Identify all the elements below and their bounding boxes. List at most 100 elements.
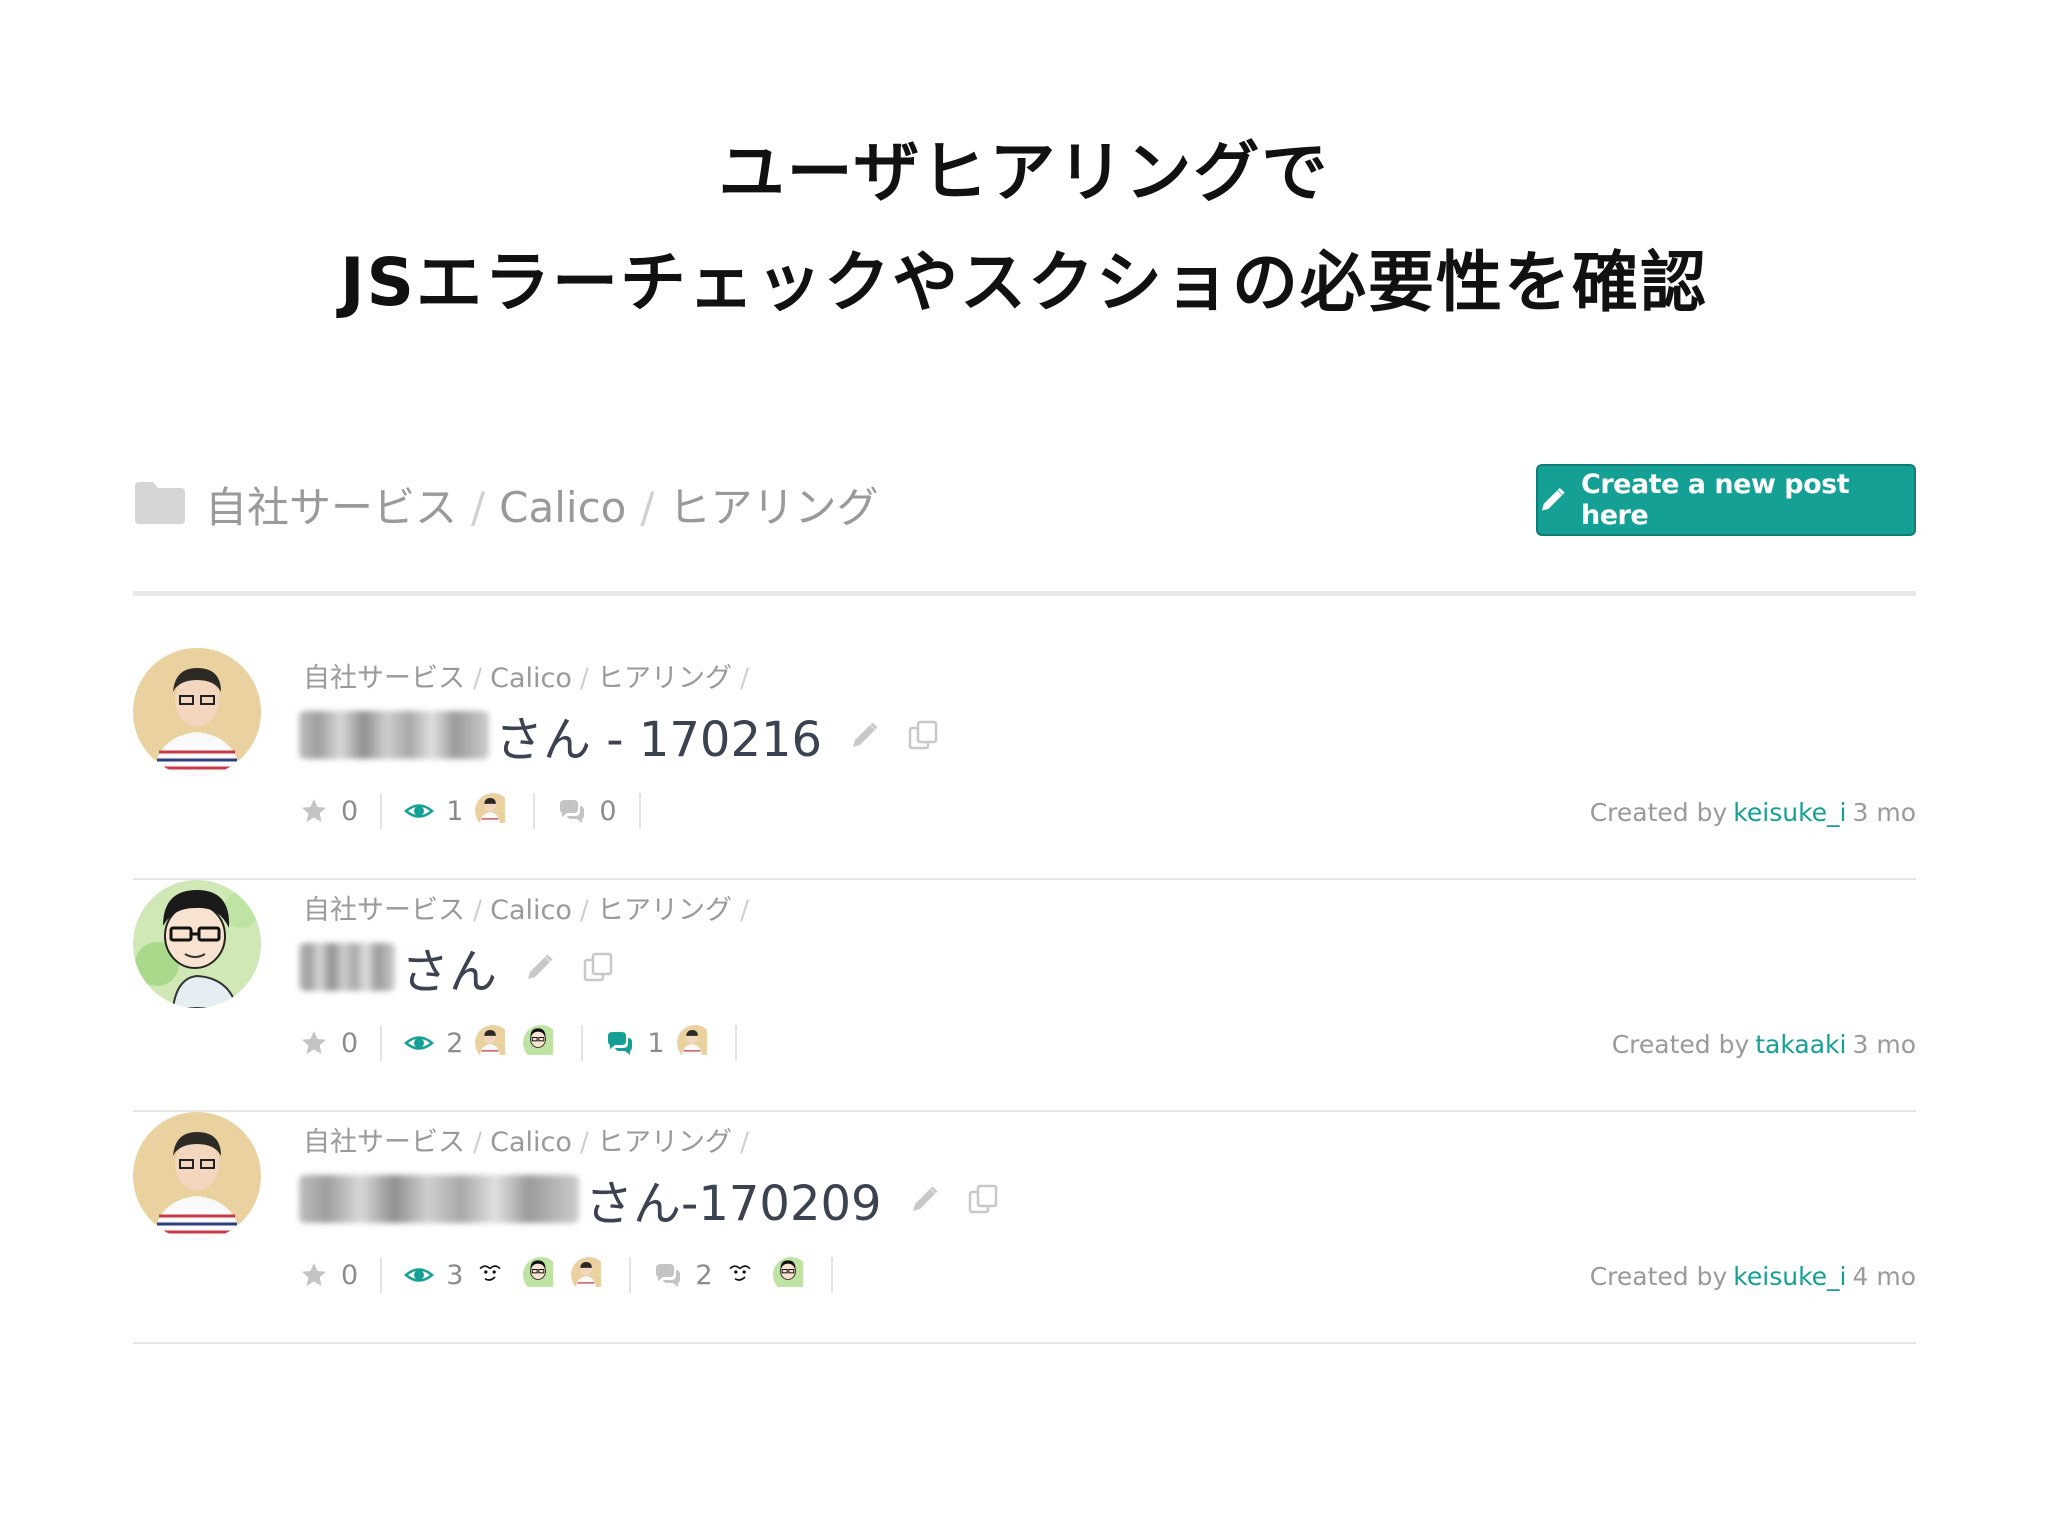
commenter-avatar[interactable] <box>676 1025 713 1061</box>
created-by: Created by takaaki 3 mo <box>1612 1030 1916 1059</box>
created-by-label: Created by <box>1589 1262 1728 1291</box>
post-crumb-item[interactable]: ヒアリング <box>597 663 732 694</box>
comment-group[interactable]: 1 <box>583 1025 737 1061</box>
copy-icon[interactable] <box>581 950 615 984</box>
star-icon <box>302 799 326 822</box>
avatar[interactable] <box>133 648 261 776</box>
comment-count: 2 <box>695 1259 713 1291</box>
avatar[interactable] <box>133 880 261 1008</box>
post-crumb-item[interactable]: 自社サービス <box>303 895 465 926</box>
watcher-avatar[interactable] <box>571 1257 607 1293</box>
post-item[interactable]: 自社サービス / Calico / ヒアリング / さん - 170216 0 1 0 <box>133 648 1916 880</box>
watcher-avatar[interactable] <box>475 793 511 829</box>
post-meta: 0 1 0 <box>299 786 641 836</box>
post-crumb-sep: / <box>739 1127 750 1158</box>
watcher-avatar[interactable] <box>523 1025 559 1061</box>
star-count: 0 <box>341 795 359 827</box>
folder-icon <box>135 482 185 524</box>
star-group[interactable]: 0 <box>299 1257 383 1293</box>
pencil-icon[interactable] <box>523 950 557 984</box>
star-group[interactable]: 0 <box>299 793 383 829</box>
category-header: 自社サービス / Calico / ヒアリング Create a new post he… <box>133 464 1916 544</box>
post-crumb-item[interactable]: 自社サービス <box>303 663 465 694</box>
post-breadcrumb: 自社サービス / Calico / ヒアリング / <box>303 1120 757 1159</box>
redacted-name <box>299 943 395 991</box>
watcher-avatar[interactable] <box>523 1257 559 1293</box>
star-icon <box>302 1031 326 1054</box>
post-crumb-item[interactable]: Calico <box>490 663 572 694</box>
pencil-icon <box>1541 487 1565 511</box>
eye-icon <box>404 804 435 818</box>
post-crumb-sep: / <box>739 663 750 694</box>
header-divider <box>133 591 1916 596</box>
created-by-label: Created by <box>1589 798 1728 827</box>
post-crumb-sep: / <box>579 663 589 694</box>
comment-group[interactable]: 2 <box>631 1257 833 1293</box>
post-age: 3 mo <box>1852 798 1916 827</box>
watcher-avatar[interactable] <box>475 1257 511 1293</box>
pencil-icon[interactable] <box>848 718 882 752</box>
pencil-icon[interactable] <box>908 1182 942 1216</box>
comment-group[interactable]: 0 <box>535 793 641 829</box>
create-post-label: Create a new post here <box>1581 469 1850 531</box>
created-by: Created by keisuke_i 3 mo <box>1590 798 1916 827</box>
post-breadcrumb: 自社サービス / Calico / ヒアリング / <box>303 656 757 695</box>
post-title-text: さん <box>401 944 498 1000</box>
post-crumb-sep: / <box>473 1127 483 1158</box>
watch-count: 1 <box>446 795 464 827</box>
eye-icon <box>404 1268 435 1282</box>
slide: ユーザヒアリングで JSエラーチェックやスクショの必要性を確認 自社サービス / C… <box>0 0 2048 1536</box>
create-post-button[interactable]: Create a new post here <box>1536 464 1916 536</box>
post-crumb-sep: / <box>579 895 589 926</box>
created-by: Created by keisuke_i 4 mo <box>1590 1262 1916 1291</box>
comments-icon <box>608 1032 633 1055</box>
comments-icon <box>656 1264 681 1287</box>
post-crumb-item[interactable]: ヒアリング <box>597 895 732 926</box>
watch-group[interactable]: 1 <box>382 793 536 829</box>
breadcrumb-item-hearing[interactable]: ヒアリング <box>669 483 879 532</box>
comments-icon <box>560 800 585 823</box>
heading-line-2: JSエラーチェックやスクショの必要性を確認 <box>339 244 1709 321</box>
breadcrumb-item-service[interactable]: 自社サービス <box>205 483 457 532</box>
post-title-text: さん - 170216 <box>495 712 823 768</box>
eye-icon <box>404 1036 435 1050</box>
star-count: 0 <box>341 1259 359 1291</box>
author-link[interactable]: keisuke_i <box>1733 798 1846 827</box>
avatar[interactable] <box>133 1112 261 1240</box>
watch-count: 3 <box>446 1259 464 1291</box>
post-crumb-item[interactable]: 自社サービス <box>303 1127 465 1158</box>
post-breadcrumb: 自社サービス / Calico / ヒアリング / <box>303 888 757 927</box>
breadcrumb-separator: / <box>640 483 655 532</box>
breadcrumb-separator: / <box>471 483 486 532</box>
star-group[interactable]: 0 <box>299 1025 383 1061</box>
commenter-avatar[interactable] <box>772 1257 809 1293</box>
post-title[interactable]: さん-170209 <box>299 1164 1000 1234</box>
post-age: 3 mo <box>1852 1030 1916 1059</box>
watch-group[interactable]: 2 <box>382 1025 584 1061</box>
post-meta: 0 2 1 <box>299 1018 737 1068</box>
heading-line-1: ユーザヒアリングで <box>718 134 1330 211</box>
created-by-label: Created by <box>1611 1030 1750 1059</box>
watcher-avatar[interactable] <box>475 1025 511 1061</box>
post-crumb-sep: / <box>473 895 483 926</box>
breadcrumb: 自社サービス / Calico / ヒアリング <box>205 474 879 535</box>
post-item[interactable]: 自社サービス/Calico/ヒアリング/ さん-170209 0 3 <box>133 1112 1916 1344</box>
author-link[interactable]: keisuke_i <box>1733 1262 1846 1291</box>
post-meta: 0 3 2 <box>299 1250 833 1300</box>
watch-count: 2 <box>446 1027 464 1059</box>
post-crumb-item[interactable]: ヒアリング <box>597 1127 732 1158</box>
watch-group[interactable]: 3 <box>382 1257 632 1293</box>
post-crumb-item[interactable]: Calico <box>490 895 572 926</box>
post-title[interactable]: さん <box>299 932 615 1002</box>
post-title[interactable]: さん - 170216 <box>299 700 940 770</box>
copy-icon[interactable] <box>966 1182 1000 1216</box>
post-crumb-sep: / <box>473 663 483 694</box>
copy-icon[interactable] <box>906 718 940 752</box>
breadcrumb-item-calico[interactable]: Calico <box>499 483 626 532</box>
commenter-avatar[interactable] <box>724 1257 761 1293</box>
post-crumb-item[interactable]: Calico <box>490 1127 572 1158</box>
post-item[interactable]: 自社サービス / Calico / ヒアリング / さん 0 2 1 Creat… <box>133 880 1916 1112</box>
author-link[interactable]: takaaki <box>1755 1030 1846 1059</box>
comment-count: 1 <box>647 1027 665 1059</box>
post-title-text: さん-170209 <box>585 1176 882 1232</box>
